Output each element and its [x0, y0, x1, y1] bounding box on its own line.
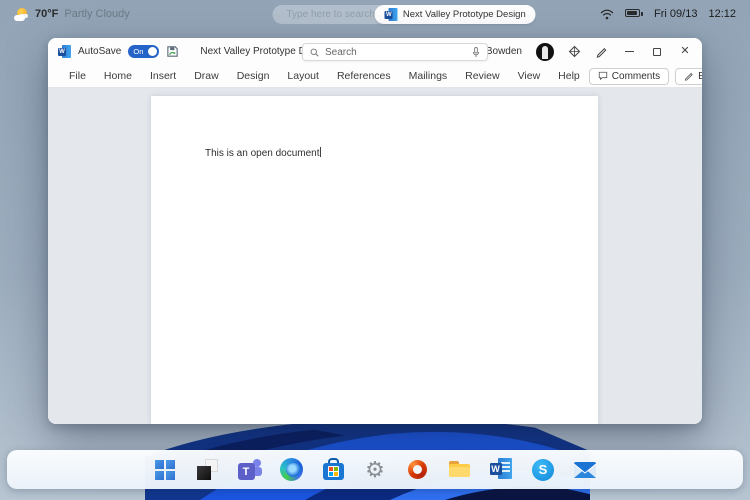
mail-icon: [573, 462, 597, 478]
edge-icon: [279, 458, 303, 481]
system-status-area[interactable]: Fri 09/13 12:12: [600, 8, 736, 20]
file-explorer-button[interactable]: [447, 457, 472, 482]
user-avatar[interactable]: [536, 42, 554, 61]
clock-time[interactable]: 12:12: [708, 8, 736, 20]
weather-condition: Partly Cloudy: [64, 8, 130, 20]
tab-view[interactable]: View: [509, 70, 550, 82]
wifi-icon: [600, 9, 614, 19]
mail-button[interactable]: [573, 457, 598, 482]
tab-draw[interactable]: Draw: [185, 70, 228, 82]
ribbon-tab-bar: File Home Insert Draw Design Layout Refe…: [48, 65, 702, 88]
tab-references[interactable]: References: [328, 70, 400, 82]
battery-icon: [625, 8, 644, 20]
tab-layout[interactable]: Layout: [278, 70, 328, 82]
task-view-button[interactable]: [195, 457, 220, 482]
word-window: W AutoSave On Next Valley Prototype Desi…: [48, 38, 702, 424]
weather-widget[interactable]: 70°F Partly Cloudy: [14, 7, 130, 21]
weather-temp: 70°F: [35, 8, 59, 20]
tab-insert[interactable]: Insert: [141, 70, 185, 82]
search-icon: [310, 48, 319, 57]
tab-design[interactable]: Design: [228, 70, 279, 82]
clock-date[interactable]: Fri 09/13: [654, 8, 697, 20]
diamond-icon[interactable]: [568, 45, 581, 58]
tab-help[interactable]: Help: [549, 70, 589, 82]
word-app-icon[interactable]: W: [58, 45, 71, 58]
document-page[interactable]: This is an open document: [151, 96, 598, 424]
comments-button[interactable]: Comments: [588, 67, 670, 85]
minimize-button[interactable]: [622, 45, 636, 59]
pencil-icon: [685, 72, 693, 81]
tab-review[interactable]: Review: [456, 70, 508, 82]
start-button[interactable]: [153, 457, 178, 482]
teams-button[interactable]: T: [237, 457, 262, 482]
desktop: 70°F Partly Cloudy Type here to search W…: [0, 0, 750, 500]
taskbar-search[interactable]: Type here to search W Next Valley Protot…: [272, 5, 536, 24]
office-icon: [407, 460, 427, 479]
toggle-knob: [148, 47, 158, 56]
autosave-toggle[interactable]: On: [128, 45, 160, 58]
settings-button[interactable]: ⚙: [363, 457, 388, 482]
office-button[interactable]: [405, 457, 430, 482]
search-placeholder: Type here to search: [286, 9, 375, 20]
tab-mailings[interactable]: Mailings: [400, 70, 457, 82]
partly-cloudy-icon: [14, 7, 29, 21]
autosave-state: On: [133, 47, 144, 56]
store-button[interactable]: [321, 457, 346, 482]
word-taskbar-button[interactable]: W: [489, 457, 514, 482]
gear-icon: ⚙: [365, 456, 385, 482]
save-sync-icon[interactable]: [166, 45, 179, 58]
tab-home[interactable]: Home: [95, 70, 141, 82]
comment-icon: [598, 71, 607, 81]
word-icon: W: [384, 8, 398, 21]
skype-button[interactable]: S: [531, 457, 556, 482]
close-button[interactable]: ✕: [678, 45, 692, 59]
top-system-bar: 70°F Partly Cloudy Type here to search W…: [0, 0, 750, 28]
tab-file[interactable]: File: [60, 70, 95, 82]
autosave-label: AutoSave: [78, 46, 122, 57]
document-text[interactable]: This is an open document: [205, 147, 321, 159]
running-app-chip[interactable]: W Next Valley Prototype Design: [374, 5, 536, 24]
editing-mode-button[interactable]: Editing: [675, 67, 702, 85]
maximize-button[interactable]: [650, 45, 664, 59]
word-titlebar: W AutoSave On Next Valley Prototype Desi…: [48, 38, 702, 65]
running-app-label: Next Valley Prototype Design: [402, 9, 526, 20]
microphone-icon[interactable]: [472, 46, 480, 58]
edge-button[interactable]: [279, 457, 304, 482]
text-cursor: [319, 147, 321, 157]
start-icon: [155, 459, 175, 480]
ribbon-tabs: File Home Insert Draw Design Layout Refe…: [60, 70, 589, 82]
pen-icon[interactable]: [595, 45, 608, 58]
word-search-placeholder: Search: [325, 46, 357, 58]
taskbar: T ⚙ W S: [7, 450, 743, 489]
word-search-box[interactable]: Search: [302, 43, 488, 61]
word-canvas: This is an open document: [48, 88, 702, 424]
skype-icon: S: [532, 458, 554, 481]
